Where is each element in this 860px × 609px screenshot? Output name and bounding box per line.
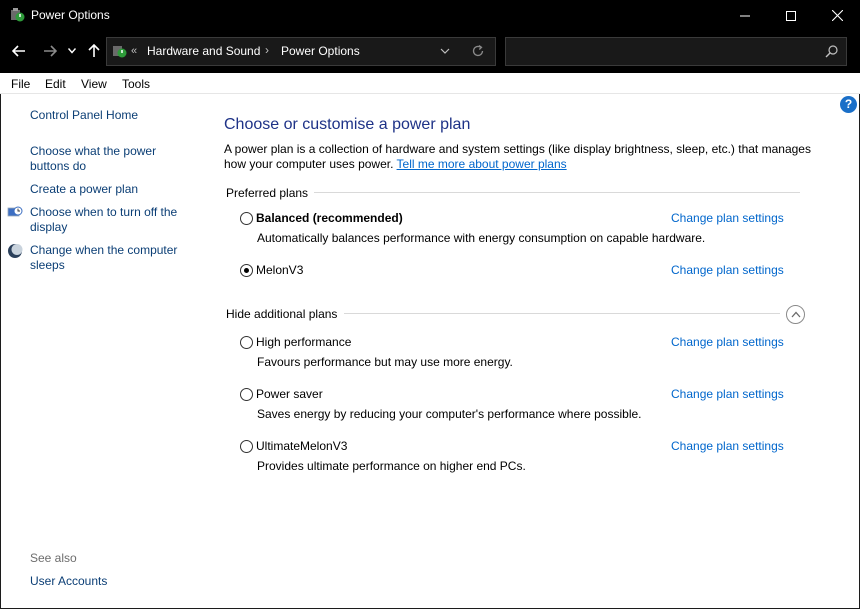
plan-name[interactable]: Balanced (recommended) xyxy=(256,211,403,225)
title-bar: Power Options xyxy=(0,0,860,31)
plan-name[interactable]: Power saver xyxy=(256,387,323,401)
change-plan-settings-link[interactable]: Change plan settings xyxy=(671,263,784,277)
up-button[interactable] xyxy=(84,41,104,61)
page-title: Choose or customise a power plan xyxy=(224,116,471,133)
power-options-icon xyxy=(11,8,25,22)
close-button[interactable] xyxy=(814,0,860,31)
search-input[interactable] xyxy=(505,37,847,66)
arrow-up-icon xyxy=(88,44,100,57)
breadcrumb-hardware-and-sound[interactable]: Hardware and Sound xyxy=(147,44,260,58)
plan-description: Provides ultimate performance on higher … xyxy=(257,459,526,473)
change-sleep-link[interactable]: Change when the computer sleeps xyxy=(30,243,195,273)
menu-file[interactable]: File xyxy=(11,77,30,91)
menu-bar: File Edit View Tools xyxy=(0,73,860,94)
intro-text: A power plan is a collection of hardware… xyxy=(224,142,814,172)
menu-edit[interactable]: Edit xyxy=(45,77,66,91)
control-panel-home-link[interactable]: Control Panel Home xyxy=(30,108,195,123)
address-bar[interactable]: « Hardware and Sound › Power Options xyxy=(106,37,496,66)
change-plan-settings-link[interactable]: Change plan settings xyxy=(671,211,784,225)
plan-radio-high-performance[interactable] xyxy=(240,336,253,349)
display-timeout-icon xyxy=(7,206,23,217)
recent-locations-button[interactable] xyxy=(65,41,79,61)
plan-name[interactable]: MelonV3 xyxy=(256,263,303,277)
plan-description: Automatically balances performance with … xyxy=(257,231,706,245)
maximize-button[interactable] xyxy=(768,0,814,31)
plan-radio-balanced[interactable] xyxy=(240,212,253,225)
user-accounts-link[interactable]: User Accounts xyxy=(30,574,195,589)
arrow-right-icon xyxy=(44,45,57,57)
change-plan-settings-link[interactable]: Change plan settings xyxy=(671,387,784,401)
address-overflow[interactable]: « xyxy=(131,45,137,57)
chevron-up-icon xyxy=(791,311,800,318)
section-divider xyxy=(310,192,800,193)
maximize-icon xyxy=(786,10,796,21)
plan-radio-melonv3[interactable] xyxy=(240,264,253,277)
minimize-icon xyxy=(740,15,750,16)
menu-view[interactable]: View xyxy=(81,77,107,91)
help-icon[interactable]: ? xyxy=(840,96,857,113)
learn-more-link[interactable]: Tell me more about power plans xyxy=(397,157,567,171)
power-options-icon xyxy=(113,46,127,58)
sleep-icon xyxy=(8,244,23,258)
window-border xyxy=(0,94,1,609)
plan-name[interactable]: High performance xyxy=(256,335,351,349)
arrow-left-icon xyxy=(12,45,25,57)
plan-radio-power-saver[interactable] xyxy=(240,388,253,401)
chevron-down-icon[interactable] xyxy=(439,45,451,57)
plan-description: Favours performance but may use more ene… xyxy=(257,355,513,369)
plan-name[interactable]: UltimateMelonV3 xyxy=(256,439,347,453)
section-divider xyxy=(344,313,780,314)
back-button[interactable] xyxy=(9,41,29,61)
collapse-button[interactable] xyxy=(786,305,805,324)
chevron-down-icon xyxy=(68,48,76,54)
menu-tools[interactable]: Tools xyxy=(122,77,150,91)
breadcrumb-separator[interactable]: › xyxy=(265,43,269,57)
plan-radio-ultimatemelonv3[interactable] xyxy=(240,440,253,453)
left-task-pane: Control Panel Home Choose what the power… xyxy=(0,94,205,609)
window-title: Power Options xyxy=(31,8,110,22)
search-icon xyxy=(825,45,838,58)
close-icon xyxy=(831,10,843,21)
minimize-button[interactable] xyxy=(722,0,768,31)
hide-additional-plans-heading[interactable]: Hide additional plans xyxy=(226,307,344,321)
breadcrumb-power-options[interactable]: Power Options xyxy=(281,44,360,58)
power-buttons-link[interactable]: Choose what the power buttons do xyxy=(30,144,195,174)
navigation-bar: « Hardware and Sound › Power Options xyxy=(0,31,860,73)
refresh-icon[interactable] xyxy=(471,44,485,58)
change-plan-settings-link[interactable]: Change plan settings xyxy=(671,335,784,349)
preferred-plans-heading: Preferred plans xyxy=(226,186,315,200)
change-plan-settings-link[interactable]: Change plan settings xyxy=(671,439,784,453)
turn-off-display-link[interactable]: Choose when to turn off the display xyxy=(30,205,195,235)
create-power-plan-link[interactable]: Create a power plan xyxy=(30,182,195,197)
forward-button[interactable] xyxy=(40,41,60,61)
plan-description: Saves energy by reducing your computer's… xyxy=(257,407,642,421)
see-also-heading: See also xyxy=(30,551,77,565)
